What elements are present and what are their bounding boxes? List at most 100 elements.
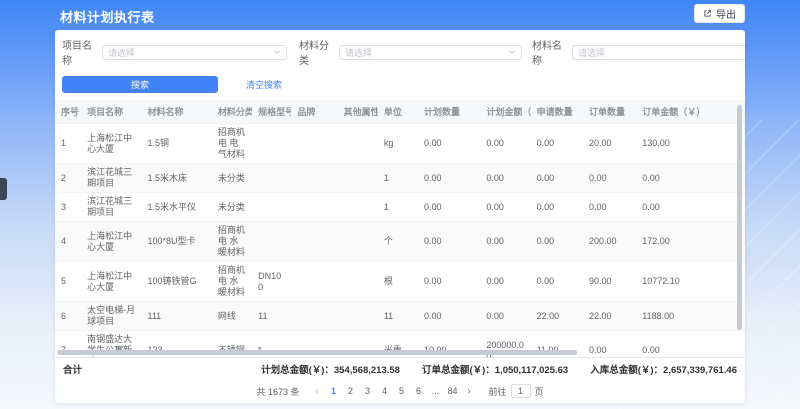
table-cell — [291, 193, 337, 222]
material-category-select[interactable]: 请选择 — [339, 45, 522, 60]
table-cell: 10772.10 — [636, 262, 745, 302]
filter-project: 项目名称 请选择 — [62, 37, 287, 67]
table-cell: 0.00 — [583, 164, 636, 193]
summary-total-label: 合计 — [63, 362, 82, 376]
table-cell: 11 — [252, 302, 291, 331]
column-header: 计划数量 — [418, 100, 480, 124]
pagination-total: 共 1673 条 — [256, 385, 299, 398]
table-cell: 滨江花城三期项目 — [81, 164, 141, 193]
table-cell: 0.00 — [480, 164, 530, 193]
export-button[interactable]: 导出 — [694, 4, 745, 23]
page-ellipsis[interactable]: ... — [429, 384, 443, 398]
table-cell: 1 — [55, 124, 81, 164]
table-cell: 5 — [55, 262, 81, 302]
order-total: 订单总金额(￥)：1,050,117,025.63 — [422, 362, 568, 376]
clear-search-link[interactable]: 清空搜索 — [246, 78, 282, 91]
table-cell: 招商机电 水暖材料 — [212, 262, 252, 302]
table-cell: 172.00 — [636, 222, 745, 262]
page-button[interactable]: 84 — [446, 384, 460, 398]
table-cell: 111 — [141, 302, 211, 331]
table-cell: 太空电梯-月球项目 — [81, 302, 141, 331]
table-cell — [338, 164, 378, 193]
table-cell — [338, 222, 378, 262]
chevron-down-icon — [508, 48, 516, 56]
table-cell: 0.00 — [583, 193, 636, 222]
table-cell: 0.00 — [480, 222, 530, 262]
table-cell: 0.00 — [531, 124, 583, 164]
column-header: 品牌 — [291, 100, 337, 124]
goto-page-input[interactable] — [511, 384, 531, 398]
table-cell: 1 — [378, 193, 418, 222]
table-cell: 4 — [55, 222, 81, 262]
summary-row: 合计 计划总金额(￥)：354,568,213.58 订单总金额(￥)：1,05… — [55, 357, 745, 379]
page-button[interactable]: 3 — [361, 384, 375, 398]
table-cell: 130.00 — [636, 124, 745, 164]
page-button[interactable]: 5 — [395, 384, 409, 398]
table-cell: 网线 — [212, 302, 252, 331]
table-cell — [252, 222, 291, 262]
project-name-label: 项目名称 — [62, 37, 95, 67]
table-cell: 0.00 — [531, 222, 583, 262]
column-header: 项目名称 — [81, 100, 141, 124]
column-header: 材料名称 — [141, 100, 211, 124]
table-cell: 1 — [378, 164, 418, 193]
vertical-scrollbar[interactable] — [737, 105, 742, 330]
table-cell: 招商机电 水暖材料 — [212, 222, 252, 262]
sidebar-toggle[interactable] — [0, 178, 7, 200]
filter-category: 材料分类 请选择 — [299, 37, 522, 67]
table-cell: kg — [378, 124, 418, 164]
table-row: 1上海松江中心大厦1.5钢招商机电 电气材料kg0.000.000.0020.0… — [55, 124, 745, 164]
material-name-select[interactable]: 请选择 — [572, 45, 745, 60]
project-name-placeholder: 请选择 — [108, 46, 135, 59]
column-header: 订单数量 — [583, 100, 636, 124]
table-cell — [291, 262, 337, 302]
table-cell: 0.00 — [531, 262, 583, 302]
table-cell: 200.00 — [583, 222, 636, 262]
page-button[interactable]: 4 — [378, 384, 392, 398]
table-cell — [338, 262, 378, 302]
horizontal-scrollbar[interactable] — [57, 350, 577, 355]
table-cell: 22.00 — [531, 302, 583, 331]
chevron-down-icon — [273, 48, 281, 56]
page-button[interactable]: 1 — [327, 384, 341, 398]
column-header: 序号 — [55, 100, 81, 124]
search-button[interactable]: 搜索 — [62, 76, 218, 93]
table-cell: 100*8U型卡 — [141, 222, 211, 262]
column-header: 计划金额（￥） — [480, 100, 530, 124]
table-cell: 0.00 — [480, 193, 530, 222]
table-cell: 0.00 — [418, 222, 480, 262]
table-cell: 100铸铁管G — [141, 262, 211, 302]
material-category-label: 材料分类 — [299, 37, 332, 67]
table-cell: 1188.00 — [636, 302, 745, 331]
goto-label: 前往 — [489, 385, 507, 398]
table-header-row: 序号项目名称材料名称材料分类规格型号品牌其他属性单位计划数量计划金额（￥）申请数… — [55, 100, 745, 124]
column-header: 材料分类 — [212, 100, 252, 124]
table-cell: 上海松江中心大厦 — [81, 222, 141, 262]
prev-page-icon[interactable]: ‹ — [311, 386, 324, 397]
goto-page: 前往 页 — [489, 384, 544, 398]
table-cell: 0.00 — [636, 193, 745, 222]
next-page-icon[interactable]: › — [463, 386, 476, 397]
table-cell: 3 — [55, 193, 81, 222]
project-name-select[interactable]: 请选择 — [102, 45, 287, 60]
main-card: 项目名称 请选择 材料分类 请选择 材料名称 请选择 搜索 清空搜索 — [55, 30, 745, 403]
table-cell: 90.00 — [583, 262, 636, 302]
table-cell — [338, 124, 378, 164]
table-cell: 0.00 — [418, 302, 480, 331]
table-cell: 根 — [378, 262, 418, 302]
page-button[interactable]: 2 — [344, 384, 358, 398]
table-cell: DN100 — [252, 262, 291, 302]
table-cell: 0.00 — [531, 164, 583, 193]
page-button[interactable]: 6 — [412, 384, 426, 398]
inbound-total: 入库总金额(￥)：2,657,339,761.46 — [590, 362, 737, 376]
table-row: 5上海松江中心大厦100铸铁管G招商机电 水暖材料DN100根0.000.000… — [55, 262, 745, 302]
table-cell: 未分类 — [212, 193, 252, 222]
filter-bar: 项目名称 请选择 材料分类 请选择 材料名称 请选择 — [55, 30, 745, 67]
table-cell: 滨江花城三期项目 — [81, 193, 141, 222]
table-cell — [291, 302, 337, 331]
column-header: 规格型号 — [252, 100, 291, 124]
table-row: 3滨江花城三期项目1.5米水平仪未分类10.000.000.000.000.00 — [55, 193, 745, 222]
table-cell: 0.00 — [531, 193, 583, 222]
table-cell — [338, 302, 378, 331]
column-header: 其他属性 — [338, 100, 378, 124]
